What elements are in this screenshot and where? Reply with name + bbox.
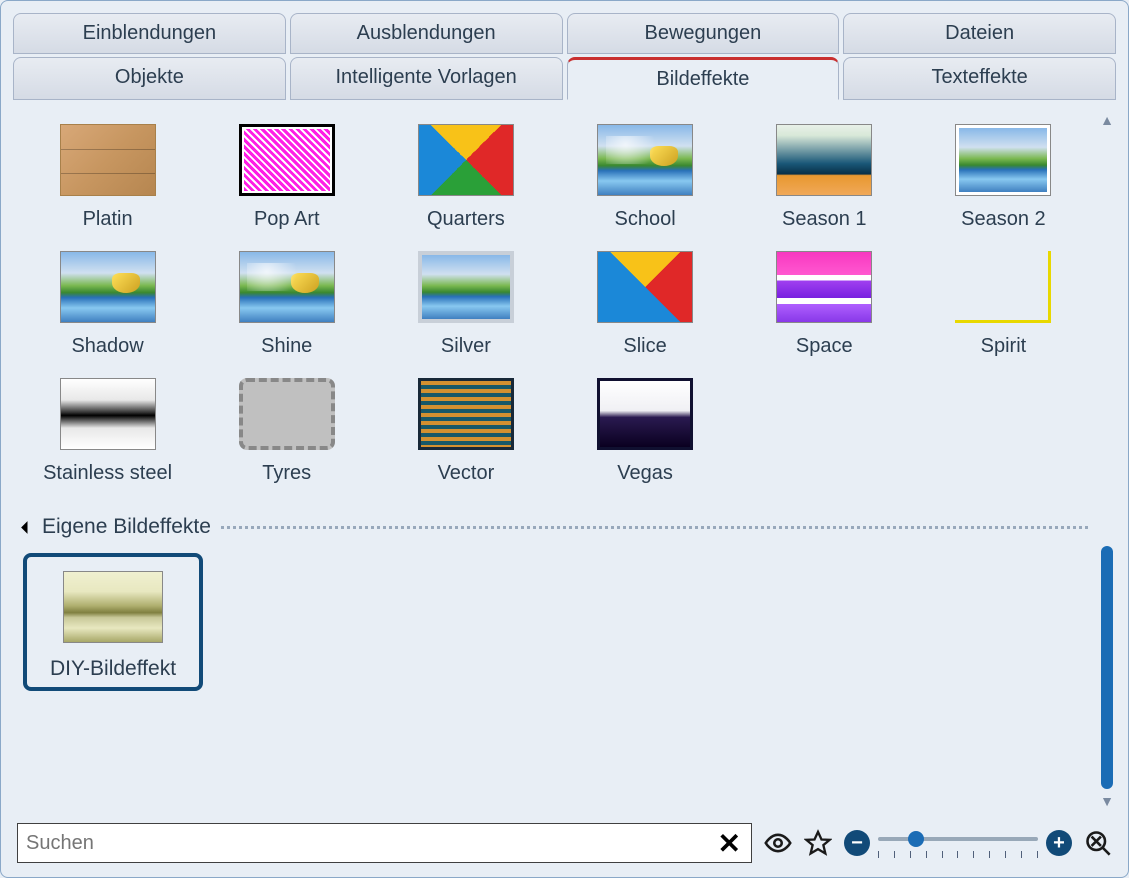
effect-thumbnail [597,124,693,196]
tabs-row-1: EinblendungenAusblendungenBewegungenDate… [13,13,1116,54]
effect-label: DIY-Bildeffekt [50,657,176,681]
effect-thumbnail [418,378,514,450]
effect-item[interactable]: Pop Art [202,124,371,231]
effect-item[interactable]: Vector [381,378,550,485]
effect-thumbnail [239,378,335,450]
effect-item[interactable]: Tyres [202,378,371,485]
effect-item[interactable]: School [561,124,730,231]
effect-thumbnail [418,251,514,323]
effect-label: Season 2 [961,208,1046,231]
custom-effects-grid: DIY-Bildeffekt [23,553,1088,691]
effect-label: Vector [438,462,495,485]
tab-bildeffekte[interactable]: Bildeffekte [567,57,840,100]
effect-thumbnail [418,124,514,196]
effect-thumbnail [776,251,872,323]
bottom-toolbar: ✕ − + [13,817,1116,865]
scrollbar-track[interactable] [1101,132,1113,789]
effect-item[interactable]: Platin [23,124,192,231]
effect-item[interactable]: Space [740,251,909,358]
effects-grid: Platin Pop Art Quarters School Season 1 Seaso… [23,124,1088,485]
effect-label: Stainless steel [43,462,172,485]
scroll-down-icon[interactable]: ▼ [1100,793,1114,809]
effect-label: Tyres [262,462,311,485]
favorite-star-icon[interactable] [804,829,832,857]
effect-thumbnail [60,124,156,196]
effect-label: Shine [261,335,312,358]
tabs-row-2: ObjekteIntelligente VorlagenBildeffekteT… [13,57,1116,100]
effect-thumbnail [239,251,335,323]
effect-label: Silver [441,335,491,358]
tab-einblendungen[interactable]: Einblendungen [13,13,286,54]
effect-label: School [615,208,676,231]
effect-item[interactable]: Quarters [381,124,550,231]
effect-thumbnail [597,251,693,323]
preview-eye-icon[interactable] [764,829,792,857]
scrollbar-thumb[interactable] [1101,546,1113,789]
effect-label: Slice [623,335,666,358]
effect-item[interactable]: Shine [202,251,371,358]
effect-label: Season 1 [782,208,867,231]
effect-item[interactable]: Shadow [23,251,192,358]
vertical-scrollbar[interactable]: ▲ ▼ [1098,104,1116,817]
search-input[interactable] [26,832,714,855]
effect-item[interactable]: Slice [561,251,730,358]
search-box[interactable]: ✕ [17,823,752,863]
clear-search-icon[interactable]: ✕ [714,827,745,860]
reset-zoom-icon[interactable] [1084,829,1112,857]
effect-thumbnail [597,378,693,450]
zoom-slider-group: − + [844,828,1072,858]
effect-thumbnail [60,251,156,323]
tab-dateien[interactable]: Dateien [843,13,1116,54]
effect-item[interactable]: Spirit [919,251,1088,358]
zoom-in-button[interactable]: + [1046,830,1072,856]
effect-thumbnail [955,124,1051,196]
scroll-area[interactable]: Platin Pop Art Quarters School Season 1 Seaso… [13,104,1098,817]
tab-bewegungen[interactable]: Bewegungen [567,13,840,54]
slider-track [878,837,1038,841]
scroll-up-icon[interactable]: ▲ [1100,112,1114,128]
effect-thumbnail [63,571,163,643]
effect-label: Platin [83,208,133,231]
effect-thumbnail [776,124,872,196]
effect-item[interactable]: Stainless steel [23,378,192,485]
effect-label: Vegas [617,462,673,485]
effect-thumbnail [239,124,335,196]
effect-thumbnail [955,251,1051,323]
custom-section-header[interactable]: Eigene Bildeffekte [23,515,1088,539]
tab-ausblendungen[interactable]: Ausblendungen [290,13,563,54]
custom-effect-item[interactable]: DIY-Bildeffekt [23,553,203,691]
effect-item[interactable]: Season 2 [919,124,1088,231]
collapse-arrow-icon [21,521,34,534]
tab-objekte[interactable]: Objekte [13,57,286,100]
slider-ticks [878,851,1038,858]
zoom-slider[interactable] [878,828,1038,858]
effect-label: Pop Art [254,208,320,231]
effect-label: Spirit [981,335,1027,358]
tab-texteffekte[interactable]: Texteffekte [843,57,1116,100]
effect-item[interactable]: Vegas [561,378,730,485]
slider-thumb[interactable] [908,831,924,847]
effect-item[interactable]: Silver [381,251,550,358]
effects-panel: EinblendungenAusblendungenBewegungenDate… [0,0,1129,878]
effect-thumbnail [60,378,156,450]
content-area: Platin Pop Art Quarters School Season 1 Seaso… [13,104,1116,817]
effect-label: Shadow [71,335,143,358]
effect-label: Quarters [427,208,505,231]
section-divider [221,526,1088,529]
tab-intelligente-vorlagen[interactable]: Intelligente Vorlagen [290,57,563,100]
zoom-out-button[interactable]: − [844,830,870,856]
effect-item[interactable]: Season 1 [740,124,909,231]
custom-section-title: Eigene Bildeffekte [42,515,211,539]
effect-label: Space [796,335,853,358]
